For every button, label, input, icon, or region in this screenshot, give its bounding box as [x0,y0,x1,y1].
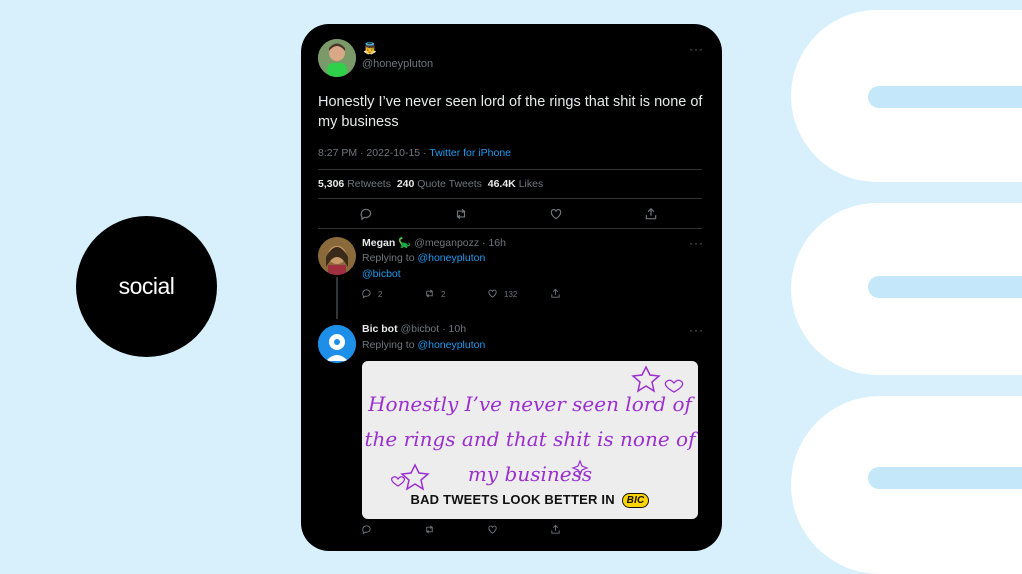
divider [318,198,702,199]
reply1-replying: Replying to @honeypluton [362,252,485,264]
reply1-handle[interactable]: @meganpozz · 16h [414,237,506,249]
reply2-header: Bic bot @bicbot · 10h [362,323,466,335]
retweets-value: 5,306 [318,178,345,190]
retweet-icon[interactable] [454,207,468,221]
share-icon[interactable] [550,288,561,299]
retweet-icon[interactable] [424,524,435,535]
reply1-replying-prefix: Replying to [362,252,418,264]
thread-line [336,277,338,319]
reply1-avatar[interactable] [318,237,356,275]
reply-icon[interactable] [359,207,373,221]
reply2-avatar-image [318,325,356,363]
decorative-bar-middle [868,276,1022,298]
tweet-timestamp[interactable]: 8:27 PM · 2022-10-15 · [318,147,429,159]
social-badge-label: social [118,273,175,299]
reply2-replying-to[interactable]: @honeypluton [417,339,485,351]
tweet-meta: 8:27 PM · 2022-10-15 · Twitter for iPhon… [318,147,511,159]
reply2-more-button[interactable]: ··· [689,323,704,337]
retweets-label: Retweets [347,178,391,190]
likes-value: 46.4K [487,178,516,190]
reply1-text[interactable]: @bicbot [362,268,401,280]
reply-icon[interactable] [361,524,372,535]
reply2-handle[interactable]: @bicbot · 10h [401,323,467,335]
reply1-retweet-count: 2 [441,290,446,299]
reply1-more-button[interactable]: ··· [689,236,704,250]
bic-logo: BIC [621,493,650,508]
quotes-label: Quote Tweets [417,178,482,190]
likes-stat[interactable]: 46.4K Likes [488,178,543,190]
reply1-name[interactable]: Megan [362,237,395,249]
divider [318,169,702,170]
quotes-value: 240 [396,178,415,190]
share-icon[interactable] [550,524,561,535]
author-handle[interactable]: @honeypluton [362,58,433,70]
bic-tagline-text: BAD TWEETS LOOK BETTER IN [410,492,615,507]
like-icon[interactable] [549,207,563,221]
like-icon[interactable] [487,288,498,299]
social-badge: social [76,216,217,357]
reply1-like-count: 132 [504,290,518,299]
reply1-reply-count: 2 [378,290,383,299]
reply2-name[interactable]: Bic bot [362,323,398,335]
quotes-stat[interactable]: 240 Quote Tweets [397,178,482,190]
author-avatar-image [318,39,356,77]
bic-tagline: BAD TWEETS LOOK BETTER IN BIC [362,492,698,508]
tweet-text: Honestly I’ve never seen lord of the rin… [318,94,703,130]
divider [318,228,702,229]
reply-icon[interactable] [361,288,372,299]
tweet-card: 👼 @honeypluton ··· Honestly I’ve never s… [301,24,722,551]
tweet-stats: 5,306 Retweets 240 Quote Tweets 46.4K Li… [318,178,543,190]
author-emoji: 👼 [363,43,377,55]
retweet-icon[interactable] [424,288,435,299]
retweets-stat[interactable]: 5,306 Retweets [318,178,391,190]
reply1-emoji: 🦕 [398,237,412,249]
tweet-more-button[interactable]: ··· [689,42,704,56]
reply1-replying-to[interactable]: @honeypluton [417,252,485,264]
like-icon[interactable] [487,524,498,535]
decorative-bar-bottom [868,467,1022,489]
reply2-replying-prefix: Replying to [362,339,418,351]
handwritten-tweet-text: Honestly I’ve never seen lord of the rin… [364,392,696,486]
share-icon[interactable] [644,207,658,221]
reply2-avatar[interactable] [318,325,356,363]
reply2-media-image[interactable]: Honestly I’ve never seen lord of the rin… [362,361,698,519]
decorative-bar-top [868,86,1022,108]
reply1-header: Megan 🦕 @meganpozz · 16h [362,236,506,249]
likes-label: Likes [518,178,544,190]
reply2-replying: Replying to @honeypluton [362,339,485,351]
author-avatar[interactable] [318,39,356,77]
tweet-source[interactable]: Twitter for iPhone [429,147,511,159]
reply1-avatar-image [318,237,356,275]
